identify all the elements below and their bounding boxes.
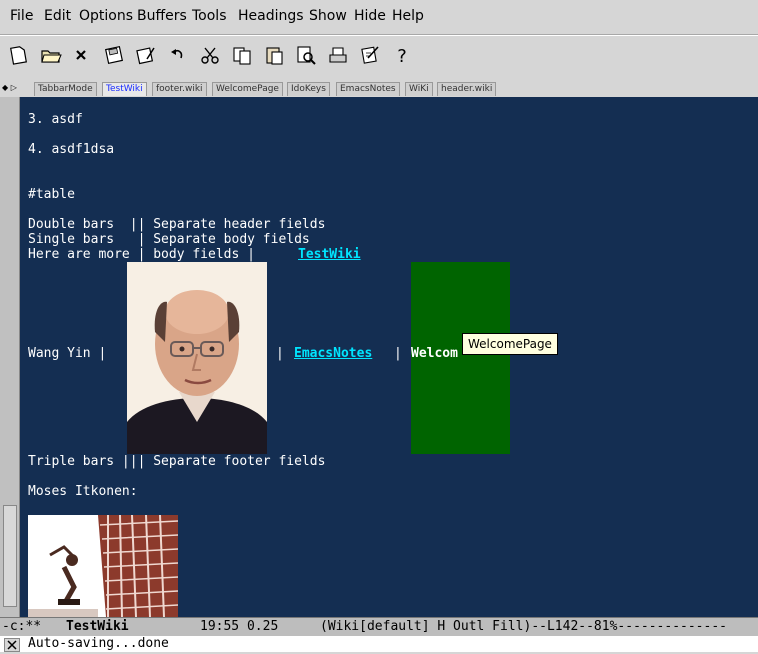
- table-separator-1: |: [276, 346, 284, 361]
- buffer-line-table-marker: #table: [28, 187, 75, 202]
- tab-header-wiki[interactable]: header.wiki: [437, 82, 497, 96]
- tab-emacsnotes[interactable]: EmacsNotes: [336, 82, 400, 96]
- editor-buffer[interactable]: 3. asdf 4. asdf1dsa #table Double bars |…: [20, 97, 758, 617]
- menu-options[interactable]: Options: [79, 8, 133, 24]
- print-icon[interactable]: [326, 43, 350, 67]
- search-icon[interactable]: [294, 43, 318, 67]
- buffer-line-moses: Moses Itkonen:: [28, 484, 138, 499]
- modeline-status: -c:**: [2, 619, 42, 634]
- undo-icon[interactable]: [166, 43, 190, 67]
- minibuffer-close-icon[interactable]: [4, 638, 20, 652]
- buffer-line-single-bars: Single bars | Separate body fields: [28, 232, 310, 247]
- menu-show[interactable]: Show: [309, 8, 347, 24]
- tab-scroll-arrows-icon[interactable]: ◆ ▷: [2, 83, 17, 92]
- minibuffer-message: Auto-saving...done: [28, 636, 169, 651]
- close-icon[interactable]: [69, 43, 93, 67]
- minibuffer[interactable]: Auto-saving...done: [0, 636, 758, 652]
- preferences-icon[interactable]: [358, 43, 382, 67]
- toolbar: ?: [0, 35, 758, 82]
- buffer-line-item4: 4. asdf1dsa: [28, 142, 115, 157]
- testwiki-link[interactable]: TestWiki: [298, 247, 361, 262]
- buffer-line-item3: 3. asdf: [28, 112, 83, 127]
- modeline-mode-info: (Wiki[default] H Outl Fill)--L142--81%--…: [320, 619, 727, 634]
- tab-idokeys[interactable]: IdoKeys: [287, 82, 330, 96]
- mode-line: -c:** TestWiki 19:55 0.25 (Wiki[default]…: [0, 617, 758, 637]
- open-folder-icon[interactable]: [39, 43, 63, 67]
- portrait-image: [127, 262, 267, 454]
- vertical-scrollbar[interactable]: [0, 97, 20, 617]
- tab-bar: ◆ ▷ TabbarMode TestWiki footer.wiki Welc…: [0, 81, 758, 98]
- link-tooltip: WelcomePage: [462, 333, 558, 355]
- table-separator-2: |: [394, 346, 402, 361]
- modeline-buffer-name: TestWiki: [66, 619, 129, 634]
- modeline-time-load: 19:55 0.25: [200, 619, 279, 634]
- tab-tabbarmode[interactable]: TabbarMode: [34, 82, 97, 96]
- copy-icon[interactable]: [230, 43, 254, 67]
- buffer-line-here-more: Here are more | body fields |: [28, 247, 263, 262]
- save-icon[interactable]: [102, 43, 126, 67]
- tab-wiki[interactable]: WiKi: [405, 82, 433, 96]
- tab-welcomepage[interactable]: WelcomePage: [212, 82, 283, 96]
- tab-testwiki[interactable]: TestWiki: [102, 82, 147, 96]
- skateboard-photo: [28, 514, 179, 617]
- scrollbar-thumb[interactable]: [3, 505, 17, 607]
- menu-buffers[interactable]: Buffers: [137, 8, 187, 24]
- tab-footer-wiki[interactable]: footer.wiki: [152, 82, 207, 96]
- cut-icon[interactable]: [198, 43, 222, 67]
- menu-hide[interactable]: Hide: [354, 8, 386, 24]
- save-as-icon[interactable]: [134, 43, 158, 67]
- emacsnotes-link[interactable]: EmacsNotes: [294, 346, 372, 361]
- help-glyph: ?: [397, 46, 407, 67]
- menu-edit[interactable]: Edit: [44, 8, 71, 24]
- help-icon[interactable]: ?: [390, 43, 414, 67]
- buffer-line-double-bars: Double bars || Separate header fields: [28, 217, 326, 232]
- menu-file[interactable]: File: [10, 8, 33, 24]
- paste-icon[interactable]: [262, 43, 286, 67]
- menu-tools[interactable]: Tools: [192, 8, 227, 24]
- menu-help[interactable]: Help: [392, 8, 424, 24]
- menu-bar: File Edit Options Buffers Tools Headings…: [0, 0, 758, 35]
- new-file-icon[interactable]: [7, 43, 31, 67]
- menu-headings[interactable]: Headings: [238, 8, 304, 24]
- welcomepage-cell-text[interactable]: Welcom: [411, 346, 458, 361]
- buffer-line-wang-yin: Wang Yin |: [28, 346, 107, 361]
- buffer-line-triple-bars: Triple bars ||| Separate footer fields: [28, 454, 326, 469]
